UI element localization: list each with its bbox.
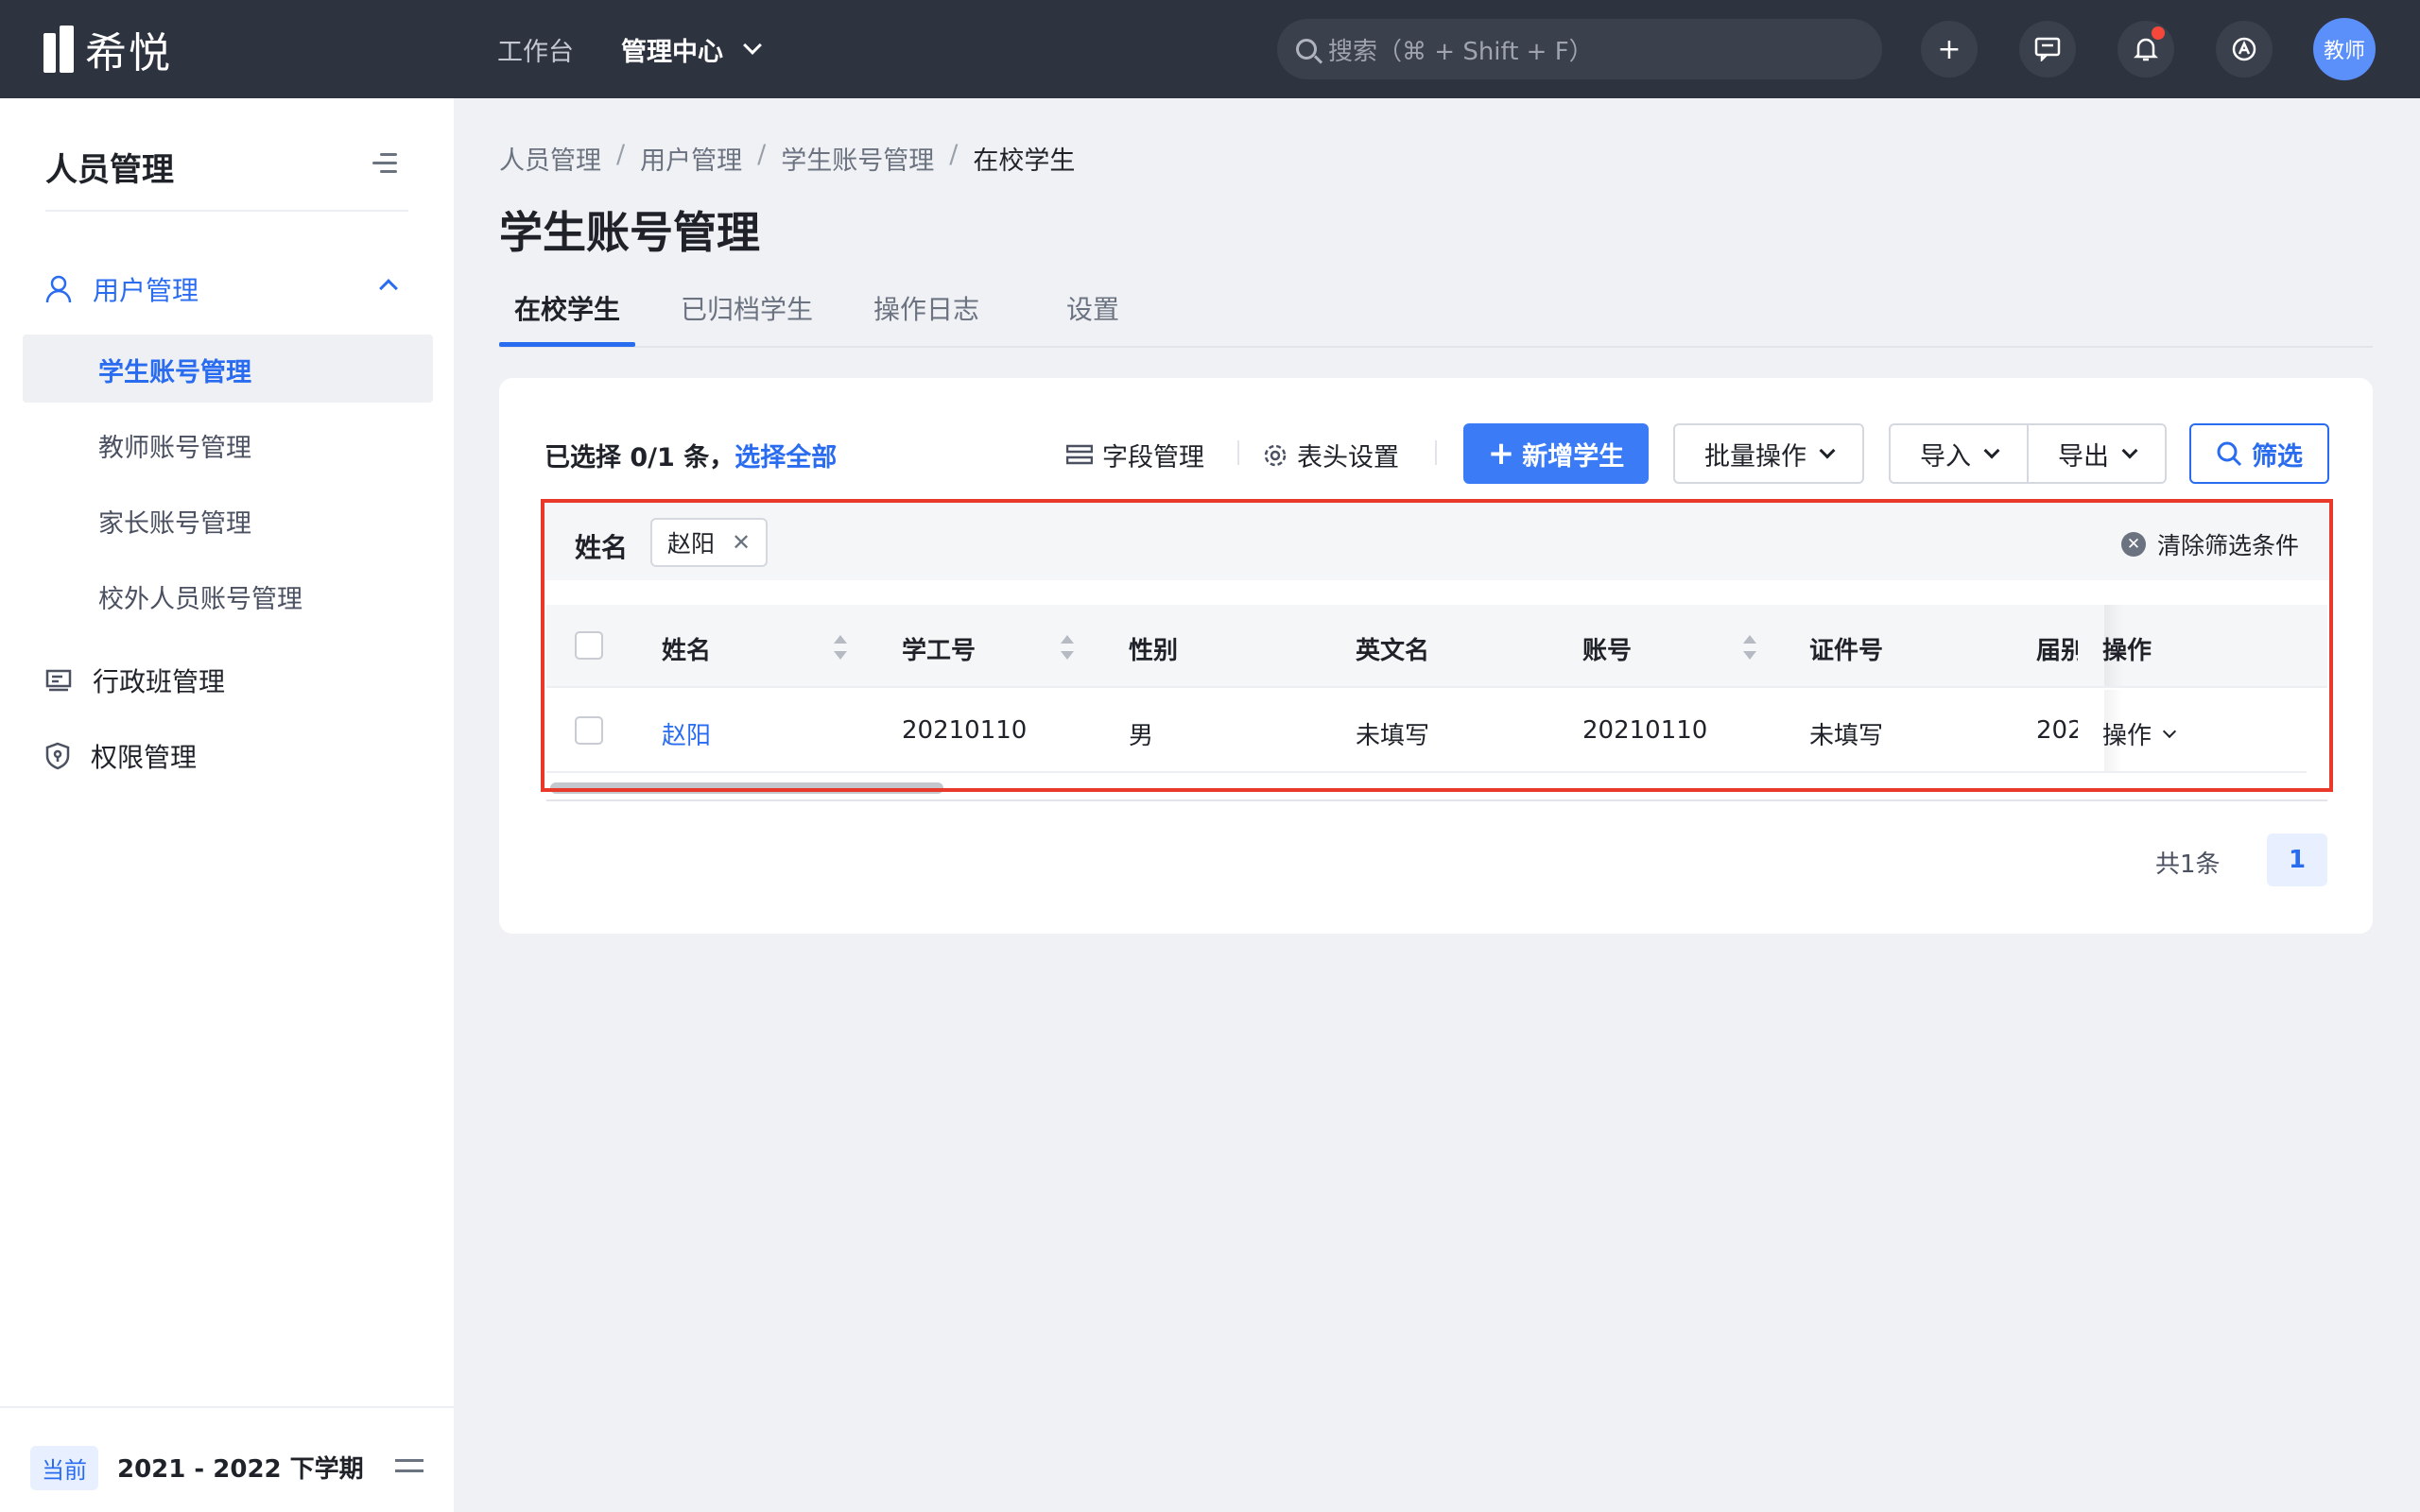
plus-icon: + bbox=[1937, 32, 1962, 66]
pagination-total: 共1条 bbox=[2155, 850, 2221, 879]
sidebar-group-label: 权限管理 bbox=[91, 742, 198, 773]
search-input[interactable]: 搜索（⌘ + Shift + F） bbox=[1277, 19, 1882, 79]
plus-button[interactable]: + bbox=[1921, 21, 1978, 77]
tabs: 在校学生 已归档学生 操作日志 设置 bbox=[499, 282, 2373, 348]
swap-icon[interactable] bbox=[395, 1453, 424, 1478]
page-title: 学生账号管理 bbox=[499, 207, 760, 258]
batch-ops-button[interactable]: 批量操作 bbox=[1673, 423, 1864, 484]
toolbar-divider bbox=[1435, 440, 1437, 465]
search-icon bbox=[1296, 39, 1317, 60]
plus-icon: + bbox=[1487, 435, 1515, 472]
avatar[interactable]: 教师 bbox=[2313, 18, 2376, 80]
gear-icon bbox=[1264, 444, 1287, 466]
breadcrumb-item[interactable]: 学生账号管理 bbox=[781, 140, 934, 177]
breadcrumb-current: 在校学生 bbox=[973, 146, 1076, 176]
chevron-down-icon bbox=[1983, 442, 2000, 459]
nav-admin-center[interactable]: 管理中心 bbox=[621, 31, 723, 68]
tab-ink-bar bbox=[499, 342, 635, 347]
top-bar: 希悦 工作台 管理中心 搜索（⌘ + Shift + F） + 教师 bbox=[0, 0, 2420, 98]
app-button[interactable] bbox=[2216, 21, 2273, 77]
tab-enrolled[interactable]: 在校学生 bbox=[514, 289, 620, 327]
chevron-down-icon bbox=[1819, 442, 1836, 459]
chevron-down-icon[interactable] bbox=[743, 36, 762, 55]
sidebar-item-teacher-account[interactable]: 教师账号管理 bbox=[98, 427, 251, 464]
export-button[interactable]: 导出 bbox=[2027, 423, 2167, 484]
logo[interactable]: 希悦 bbox=[43, 23, 172, 77]
search-icon bbox=[2217, 441, 2242, 467]
breadcrumb-item[interactable]: 用户管理 bbox=[640, 140, 742, 177]
notification-button[interactable] bbox=[2118, 21, 2174, 77]
import-button[interactable]: 导入 bbox=[1889, 423, 2029, 484]
field-manage-button[interactable]: 字段管理 bbox=[1066, 437, 1204, 473]
annotation-highlight-box bbox=[541, 499, 2333, 792]
notification-dot bbox=[2152, 26, 2165, 40]
pagination-page-1[interactable]: 1 bbox=[2267, 833, 2327, 886]
sidebar: 人员管理 用户管理 学生账号管理 教师账号管理 家长账号管理 校外人员账号管理 … bbox=[0, 98, 454, 1512]
message-icon bbox=[2034, 37, 2061, 61]
top-nav: 工作台 管理中心 bbox=[497, 28, 762, 70]
sidebar-divider bbox=[45, 210, 408, 212]
selection-info: 已选择 0/1 条，选择全部 bbox=[544, 443, 838, 472]
sidebar-group-user[interactable]: 用户管理 bbox=[45, 270, 199, 308]
term-text: 2021 - 2022 下学期 bbox=[117, 1455, 364, 1484]
breadcrumb-item[interactable]: 人员管理 bbox=[499, 140, 601, 177]
search-placeholder: 搜索（⌘ + Shift + F） bbox=[1328, 37, 1594, 66]
sidebar-item-parent-account[interactable]: 家长账号管理 bbox=[98, 503, 251, 540]
user-icon bbox=[45, 275, 72, 303]
sidebar-item-external-account[interactable]: 校外人员账号管理 bbox=[98, 578, 302, 615]
term-bar: 当前 2021 - 2022 下学期 bbox=[0, 1406, 454, 1512]
sidebar-item-student-account[interactable]: 学生账号管理 bbox=[98, 352, 251, 388]
tab-archived[interactable]: 已归档学生 bbox=[681, 289, 813, 327]
app-icon bbox=[2232, 37, 2256, 61]
sidebar-title: 人员管理 bbox=[45, 151, 174, 189]
sidebar-group-permission[interactable]: 权限管理 bbox=[45, 737, 197, 775]
sidebar-group-label: 用户管理 bbox=[93, 275, 199, 306]
header-settings-button[interactable]: 表头设置 bbox=[1263, 437, 1399, 473]
nav-workbench[interactable]: 工作台 bbox=[497, 31, 574, 68]
table-bottom-border bbox=[546, 799, 2327, 801]
logo-text: 希悦 bbox=[85, 29, 172, 77]
sidebar-group-class[interactable]: 行政班管理 bbox=[45, 662, 225, 699]
chevron-up-icon[interactable] bbox=[379, 279, 398, 298]
select-all-link[interactable]: 选择全部 bbox=[735, 443, 837, 472]
chevron-down-icon bbox=[2121, 442, 2138, 459]
shield-icon bbox=[45, 742, 70, 770]
toolbar-divider bbox=[1237, 440, 1239, 465]
bell-icon bbox=[2134, 38, 2158, 61]
list-icon bbox=[1066, 444, 1093, 464]
tab-settings[interactable]: 设置 bbox=[1066, 289, 1119, 327]
breadcrumb: 人员管理 / 用户管理 / 学生账号管理 / 在校学生 bbox=[499, 140, 1076, 177]
class-icon bbox=[45, 669, 72, 692]
tab-operation-log[interactable]: 操作日志 bbox=[873, 289, 979, 327]
logo-mark-icon bbox=[43, 26, 76, 73]
message-button[interactable] bbox=[2019, 21, 2076, 77]
term-tag: 当前 bbox=[30, 1446, 98, 1490]
collapse-sidebar-icon[interactable] bbox=[372, 151, 397, 174]
filter-button[interactable]: 筛选 bbox=[2189, 423, 2329, 484]
add-student-button[interactable]: + 新增学生 bbox=[1463, 423, 1649, 484]
sidebar-group-label: 行政班管理 bbox=[93, 666, 226, 697]
